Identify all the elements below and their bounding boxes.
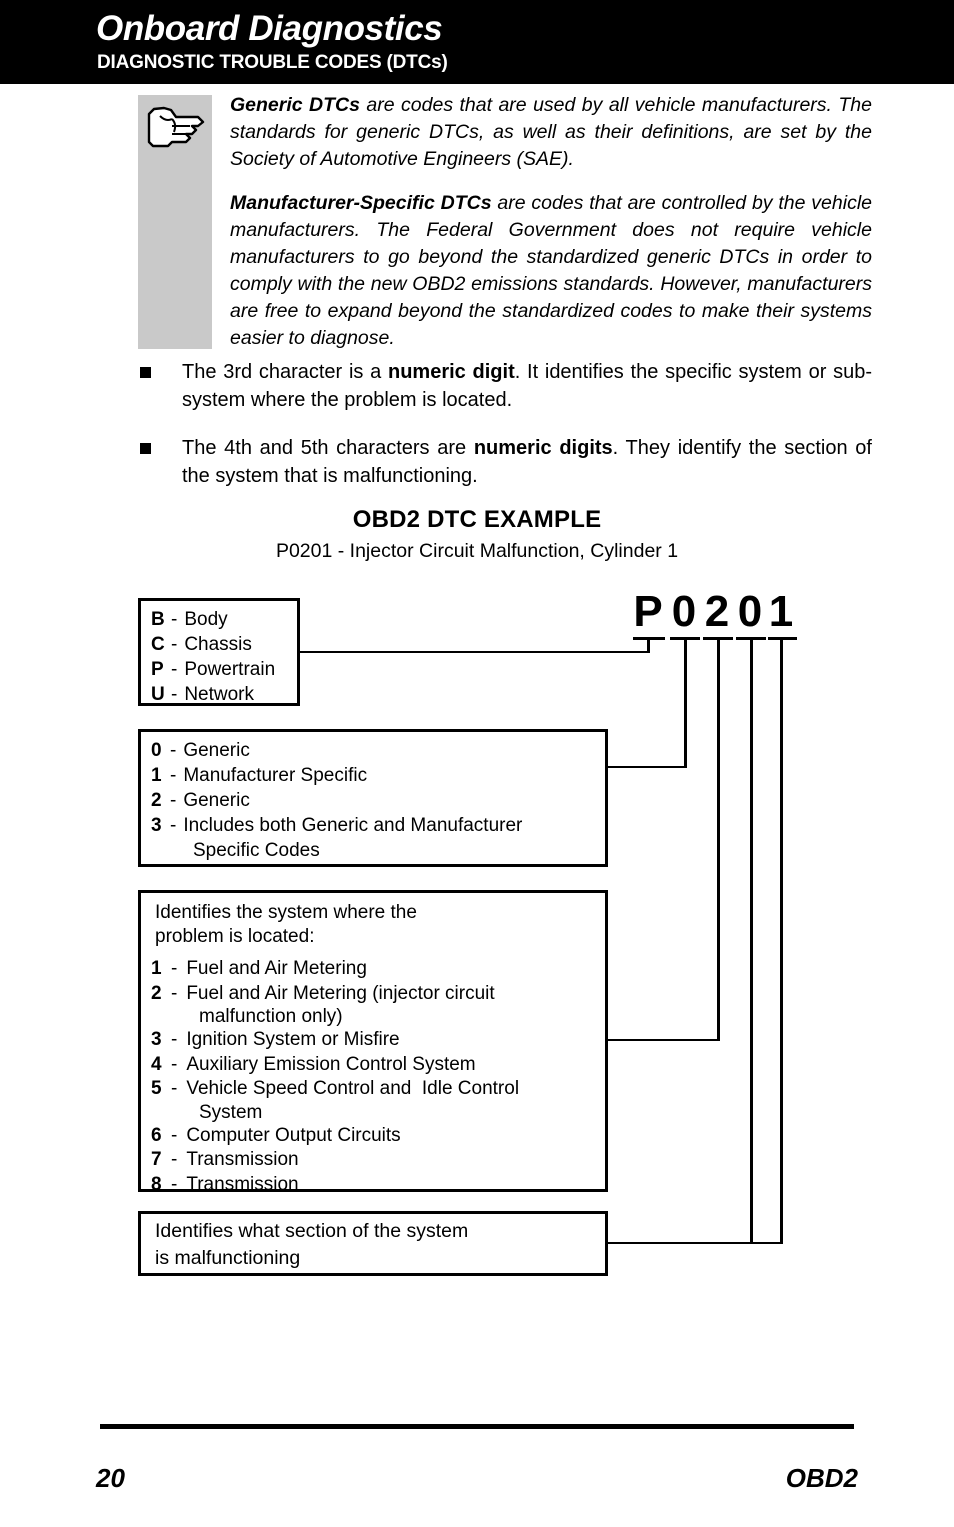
- system-row: 1 - Fuel and Air Metering: [151, 957, 597, 982]
- code-type-key: 3: [151, 815, 162, 836]
- system-row: 3 - Ignition System or Misfire: [151, 1028, 597, 1053]
- system-row: 8 - Transmission: [151, 1173, 597, 1198]
- system-key: 4: [151, 1053, 162, 1075]
- code-type-row: 1 - Manufacturer Specific: [151, 763, 597, 788]
- system-value: Fuel and Air Metering (injector circuit: [186, 982, 495, 1004]
- system-key: 1: [151, 958, 162, 979]
- system-value: Transmission: [186, 1173, 299, 1195]
- code-type-dash: -: [170, 815, 177, 836]
- code-letter-value: Body: [184, 609, 228, 630]
- leader-line-section-vertical-2: [780, 637, 783, 1244]
- system-row: 7 - Transmission: [151, 1148, 597, 1173]
- code-letter-dash: -: [171, 684, 178, 705]
- system-dash: -: [171, 1173, 178, 1195]
- code-letter-value: Network: [184, 684, 255, 705]
- code-type-key: 1: [151, 765, 162, 786]
- leader-line-system-horizontal: [607, 1039, 719, 1041]
- code-letter-row: U - Network: [151, 682, 289, 707]
- code-type-key: 0: [151, 740, 162, 761]
- system-key: 8: [151, 1173, 162, 1195]
- leader-line-type-vertical: [684, 637, 687, 768]
- code-type-value: Generic: [183, 740, 250, 761]
- code-letter-key: C: [151, 634, 165, 655]
- dtc-char-underline-3: [736, 637, 766, 640]
- system-dash: -: [171, 1149, 178, 1170]
- dtc-char-underline-2: [703, 637, 733, 640]
- code-letter-dash: -: [171, 659, 178, 680]
- system-dash: -: [171, 1029, 178, 1050]
- system-dash: -: [171, 982, 178, 1004]
- dtc-char-underline-0: [633, 637, 665, 640]
- dtc-char-1: 0: [671, 587, 697, 636]
- section-line2: is malfunctioning: [155, 1247, 301, 1269]
- system-value: Ignition System or Misfire: [186, 1029, 400, 1050]
- system-dash: -: [171, 1124, 178, 1146]
- system-key: 7: [151, 1149, 162, 1170]
- dtc-char-4: 1: [768, 587, 794, 636]
- section-line1: Identifies what section of the system: [155, 1220, 469, 1242]
- leader-line-section-vertical-1: [750, 637, 753, 1244]
- footer-section-label: OBD2: [785, 1463, 858, 1493]
- box-system: Identifies the system where the problem …: [138, 890, 608, 1195]
- code-letter-dash: -: [171, 634, 178, 655]
- system-dash: -: [171, 1053, 178, 1075]
- leader-line-section-horizontal: [607, 1242, 783, 1244]
- system-value: Transmission: [186, 1149, 299, 1170]
- system-value: Auxiliary Emission Control System: [186, 1053, 476, 1075]
- system-value: Vehicle Speed Control and Idle Control: [186, 1078, 520, 1099]
- code-type-continuation: Specific Codes: [193, 840, 320, 861]
- footer-divider: [100, 1424, 854, 1429]
- box-code-letter: B - Body C - Chassis P - Powertrain U - …: [138, 598, 300, 706]
- dtc-breakdown-diagram: P 0 2 0 1 B - Body C - Chassis P - Power…: [0, 0, 954, 1527]
- system-heading-line1: Identifies the system where the: [155, 902, 417, 923]
- code-letter-key: P: [151, 659, 164, 680]
- dtc-char-2: 2: [704, 587, 730, 636]
- code-letter-row: P - Powertrain: [151, 657, 289, 682]
- code-letter-key: B: [151, 609, 165, 630]
- dtc-char-0: P: [633, 587, 663, 636]
- code-letter-value: Powertrain: [184, 659, 276, 680]
- code-type-row: 3 - Includes both Generic and Manufactur…: [151, 813, 597, 838]
- code-type-row: 0 - Generic: [151, 738, 597, 763]
- system-row: 6 - Computer Output Circuits: [151, 1124, 597, 1149]
- system-value: Computer Output Circuits: [186, 1124, 401, 1146]
- dtc-char-underline-4: [768, 637, 797, 640]
- code-letter-row: C - Chassis: [151, 632, 289, 657]
- system-continuation: malfunction only): [199, 1006, 343, 1027]
- box-code-type: 0 - Generic 1 - Manufacturer Specific 2 …: [138, 729, 608, 867]
- code-type-value: Manufacturer Specific: [183, 765, 368, 786]
- system-dash: -: [171, 1078, 178, 1099]
- footer-page-number: 20: [96, 1463, 125, 1493]
- code-type-dash: -: [170, 765, 177, 786]
- code-letter-key: U: [151, 684, 165, 705]
- system-value: Fuel and Air Metering: [186, 958, 367, 979]
- code-type-key: 2: [151, 790, 162, 811]
- leader-line-system-vertical: [717, 637, 720, 1041]
- system-heading-line2: problem is located:: [155, 926, 315, 947]
- system-key: 3: [151, 1029, 162, 1050]
- code-type-row: 2 - Generic: [151, 788, 597, 813]
- system-dash: -: [171, 958, 178, 979]
- dtc-char-underline-1: [670, 637, 700, 640]
- system-key: 6: [151, 1124, 162, 1146]
- system-row: 5 - Vehicle Speed Control and Idle Contr…: [151, 1077, 597, 1102]
- code-type-dash: -: [170, 740, 177, 761]
- system-key: 2: [151, 982, 162, 1004]
- code-letter-row: B - Body: [151, 607, 289, 632]
- code-type-value: Generic: [183, 790, 250, 811]
- leader-line-letter-horizontal: [300, 651, 649, 653]
- code-letter-value: Chassis: [184, 634, 252, 655]
- system-continuation: System: [199, 1101, 263, 1123]
- system-row: 4 - Auxiliary Emission Control System: [151, 1053, 597, 1078]
- system-key: 5: [151, 1078, 162, 1099]
- box-section: Identifies what section of the system is…: [138, 1211, 608, 1276]
- code-letter-dash: -: [171, 609, 178, 630]
- code-type-value: Includes both Generic and Manufacturer: [183, 815, 523, 836]
- code-type-dash: -: [170, 790, 177, 811]
- system-row: 2 - Fuel and Air Metering (injector circ…: [151, 982, 597, 1007]
- leader-line-type-horizontal: [607, 766, 686, 768]
